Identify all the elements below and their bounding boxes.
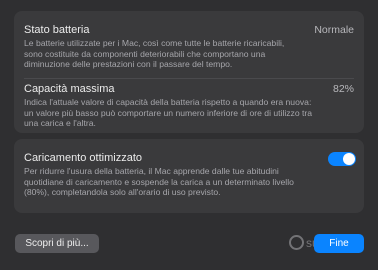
optimized-charging-toggle[interactable] (328, 152, 356, 166)
done-button[interactable]: Fine (314, 234, 364, 253)
max-capacity-desc-line: un valore più basso può comportare un nu… (24, 107, 313, 118)
max-capacity-desc-line: una carica e l'altra. (24, 118, 96, 129)
battery-state-value: Normale (314, 24, 354, 36)
battery-state-title: Stato batteria (24, 24, 90, 36)
optimized-charging-panel: Caricamento ottimizzato Per ridurre l'us… (14, 139, 364, 213)
optimized-charging-desc-line: Per ridurre l'usura della batteria, il M… (24, 166, 279, 176)
battery-info-panel: Stato batteria Normale Le batterie utili… (14, 11, 364, 133)
max-capacity-title: Capacità massima (24, 83, 115, 95)
optimized-charging-desc-line: (80%), completandola solo all'orario di … (24, 187, 221, 198)
max-capacity-desc-line: Indica l'attuale valore di capacità dell… (24, 97, 312, 107)
watermark-icon (289, 235, 304, 250)
battery-state-desc-line: sono costituite da componenti deteriorab… (24, 48, 266, 59)
divider (24, 78, 354, 79)
learn-more-button[interactable]: Scopri di più... (15, 234, 99, 253)
battery-state-desc-line: diminuzione delle prestazioni con il pas… (24, 59, 233, 70)
optimized-charging-title: Caricamento ottimizzato (24, 152, 142, 164)
toggle-knob (343, 153, 355, 165)
battery-state-desc-line: Le batterie utilizzate per i Mac, così c… (24, 38, 285, 48)
max-capacity-value: 82% (332, 83, 354, 95)
optimized-charging-desc-line: quotidiane di caricamento e sospende la … (24, 176, 294, 187)
battery-health-dialog: Stato batteria Normale Le batterie utili… (0, 0, 378, 270)
